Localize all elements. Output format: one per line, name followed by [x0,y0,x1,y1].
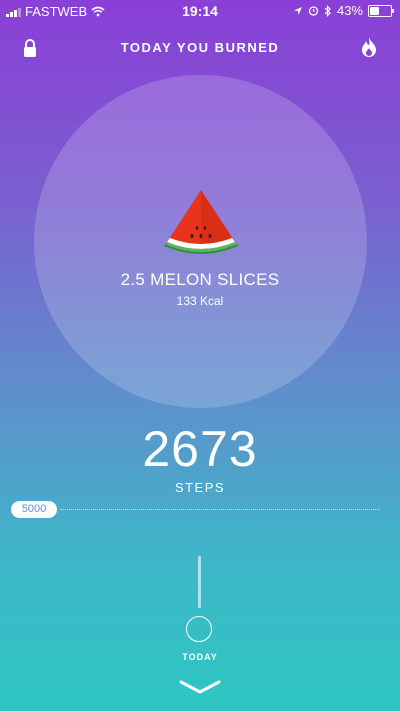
page-title: TODAY YOU BURNED [120,40,280,55]
steps-label: STEPS [174,480,226,495]
battery-icon [368,4,394,17]
today-bar [198,556,201,608]
flame-icon[interactable] [360,36,378,58]
bluetooth-icon [324,4,331,17]
status-right: 43% [293,3,394,18]
battery-percent: 43% [336,3,363,18]
alarm-icon [308,6,319,16]
chevron-down-icon[interactable] [179,680,221,694]
status-bar: FASTWEB 19:14 43% [0,0,400,22]
today-marker[interactable] [186,616,212,642]
watermelon-icon [164,190,238,254]
goal-line [60,509,380,510]
burned-kcal: 133 Kcal [176,294,224,308]
steps-goal-badge[interactable]: 5000 [11,501,57,518]
steps-count: 2673 [142,421,258,477]
location-icon [293,6,302,15]
burned-item-title: 2.5 MELON SLICES [120,270,280,289]
today-label: TODAY [182,652,218,662]
